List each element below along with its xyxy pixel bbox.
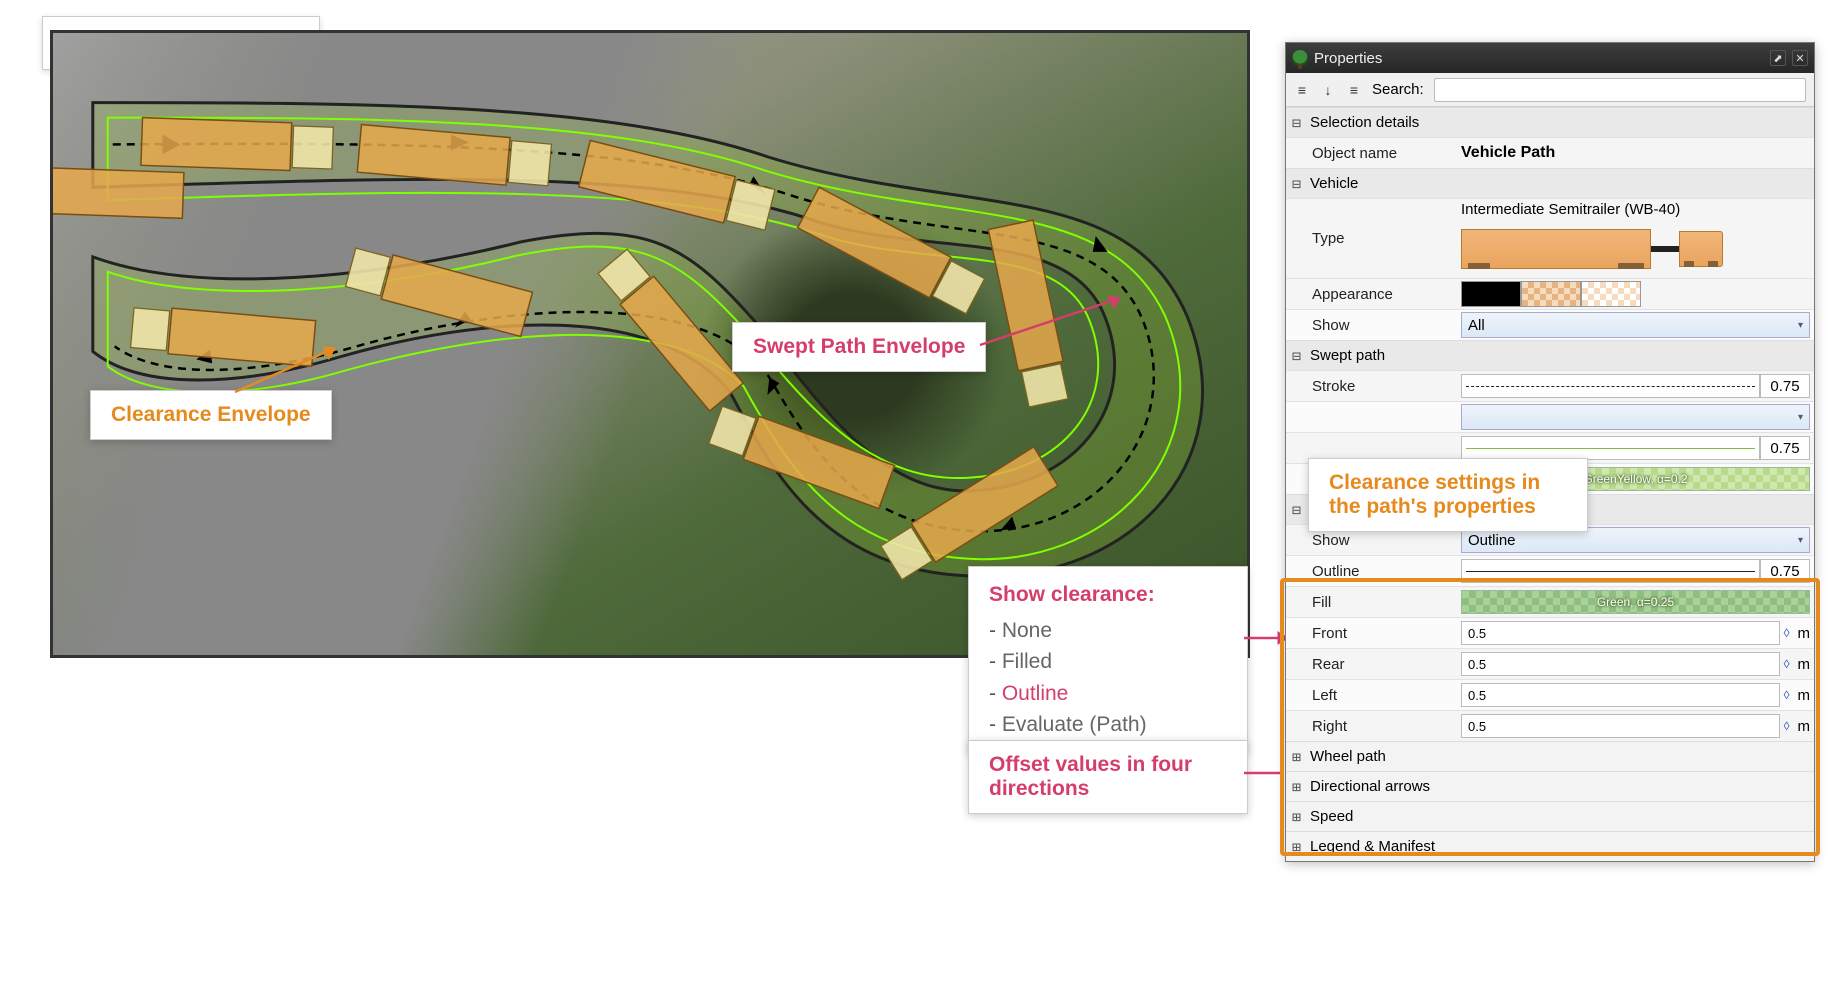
swatch-light[interactable]: [1581, 281, 1641, 307]
close-button[interactable]: ✕: [1792, 50, 1808, 66]
clearance-opt-filled: Filled: [1002, 650, 1052, 673]
section-wheel-path[interactable]: ⊞ Wheel path: [1286, 741, 1814, 771]
label-clearance-fill: Fill: [1286, 594, 1461, 611]
section-swept-path[interactable]: ⊟ Swept path: [1286, 340, 1814, 370]
toolbar-list-icon[interactable]: ≡: [1294, 82, 1310, 98]
value-vehicle-type[interactable]: Intermediate Semitrailer (WB-40): [1461, 201, 1680, 218]
unit-m: m: [1794, 687, 1811, 704]
swatch-black[interactable]: [1461, 281, 1521, 307]
panel-toolbar: ≡ ↓ ≡ Search:: [1286, 73, 1814, 107]
label-clearance-rear: Rear: [1286, 656, 1461, 673]
map-viewport[interactable]: [50, 30, 1250, 658]
vehicle-instance: [141, 118, 334, 172]
label-clearance-envelope: Clearance Envelope: [90, 390, 332, 440]
section-directional-arrows[interactable]: ⊞ Directional arrows: [1286, 771, 1814, 801]
expand-icon: ⊞: [1292, 778, 1306, 796]
input-clearance-left[interactable]: [1461, 683, 1780, 707]
label-swept-stroke: Stroke: [1286, 378, 1461, 395]
properties-panel: Properties ⬈ ✕ ≡ ↓ ≡ Search: ⊟ Selection…: [1285, 42, 1815, 862]
label-vehicle-type: Type: [1286, 230, 1461, 247]
search-label: Search:: [1372, 81, 1424, 98]
expand-icon: ⊞: [1292, 748, 1306, 766]
search-input[interactable]: [1434, 78, 1806, 102]
clearance-opt-outline: Outline: [1002, 682, 1069, 705]
section-speed[interactable]: ⊞ Speed: [1286, 801, 1814, 831]
label-clearance-front: Front: [1286, 625, 1461, 642]
label-vehicle-show: Show: [1286, 317, 1461, 334]
expand-icon: ⊟: [1292, 347, 1306, 365]
callout-show-clearance: Show clearance: - None - Filled - Outlin…: [968, 566, 1248, 754]
toolbar-collapse-icon[interactable]: ≡: [1346, 82, 1362, 98]
section-vehicle[interactable]: ⊟ Vehicle: [1286, 168, 1814, 198]
label-appearance: Appearance: [1286, 286, 1461, 303]
appearance-swatches[interactable]: [1461, 281, 1641, 307]
unit-m: m: [1794, 625, 1811, 642]
swept-stroke-width[interactable]: 0.75: [1760, 374, 1810, 398]
swept-extra-select[interactable]: [1461, 404, 1810, 430]
label-object-name: Object name: [1286, 145, 1461, 162]
input-clearance-rear[interactable]: [1461, 652, 1780, 676]
unit-m: m: [1794, 656, 1811, 673]
label-clearance-left: Left: [1286, 687, 1461, 704]
swept-outline-width[interactable]: 0.75: [1760, 436, 1810, 460]
label-clearance-show: Show: [1286, 532, 1461, 549]
label-clearance-outline: Outline: [1286, 563, 1461, 580]
label-swept-path-envelope: Swept Path Envelope: [732, 322, 986, 372]
select-vehicle-show[interactable]: All: [1461, 312, 1810, 338]
panel-titlebar[interactable]: Properties ⬈ ✕: [1286, 43, 1814, 73]
clearance-outline-preview[interactable]: [1461, 559, 1760, 583]
input-clearance-right[interactable]: [1461, 714, 1780, 738]
callout-offset-values: Offset values in four directions: [968, 740, 1248, 814]
callout-clearance-header: Show clearance:: [989, 579, 1227, 611]
expand-icon: ⊞: [1292, 838, 1306, 856]
callout-clearance-settings: Clearance settings in the path's propert…: [1308, 458, 1588, 532]
swept-outline-preview[interactable]: [1461, 436, 1760, 460]
clearance-fill-preview[interactable]: Green, α=0.25: [1461, 590, 1810, 614]
label-clearance-right: Right: [1286, 718, 1461, 735]
expand-icon: ⊟: [1292, 175, 1306, 193]
section-selection-details[interactable]: ⊟ Selection details: [1286, 107, 1814, 137]
input-clearance-front[interactable]: [1461, 621, 1780, 645]
swept-stroke-preview[interactable]: [1461, 374, 1760, 398]
stepper-icon[interactable]: ◊: [1780, 688, 1794, 702]
toolbar-sort-icon[interactable]: ↓: [1320, 82, 1336, 98]
stepper-icon[interactable]: ◊: [1780, 719, 1794, 733]
clearance-opt-none: None: [1002, 619, 1052, 642]
swept-path-graphic: [53, 33, 1247, 658]
stepper-icon[interactable]: ◊: [1780, 626, 1794, 640]
app-icon: [1292, 50, 1308, 66]
clearance-outline-width[interactable]: 0.75: [1760, 559, 1810, 583]
unit-m: m: [1794, 718, 1811, 735]
section-legend-manifest[interactable]: ⊞ Legend & Manifest: [1286, 831, 1814, 861]
vehicle-instance: [53, 166, 184, 218]
pin-button[interactable]: ⬈: [1770, 50, 1786, 66]
value-object-name[interactable]: Vehicle Path: [1461, 144, 1555, 162]
expand-icon: ⊟: [1292, 501, 1306, 519]
expand-icon: ⊟: [1292, 114, 1306, 132]
swatch-checker[interactable]: [1521, 281, 1581, 307]
expand-icon: ⊞: [1292, 808, 1306, 826]
stepper-icon[interactable]: ◊: [1780, 657, 1794, 671]
vehicle-preview[interactable]: [1461, 222, 1723, 276]
panel-title-text: Properties: [1314, 50, 1382, 67]
clearance-opt-evaluate: Evaluate (Path): [1002, 713, 1147, 736]
